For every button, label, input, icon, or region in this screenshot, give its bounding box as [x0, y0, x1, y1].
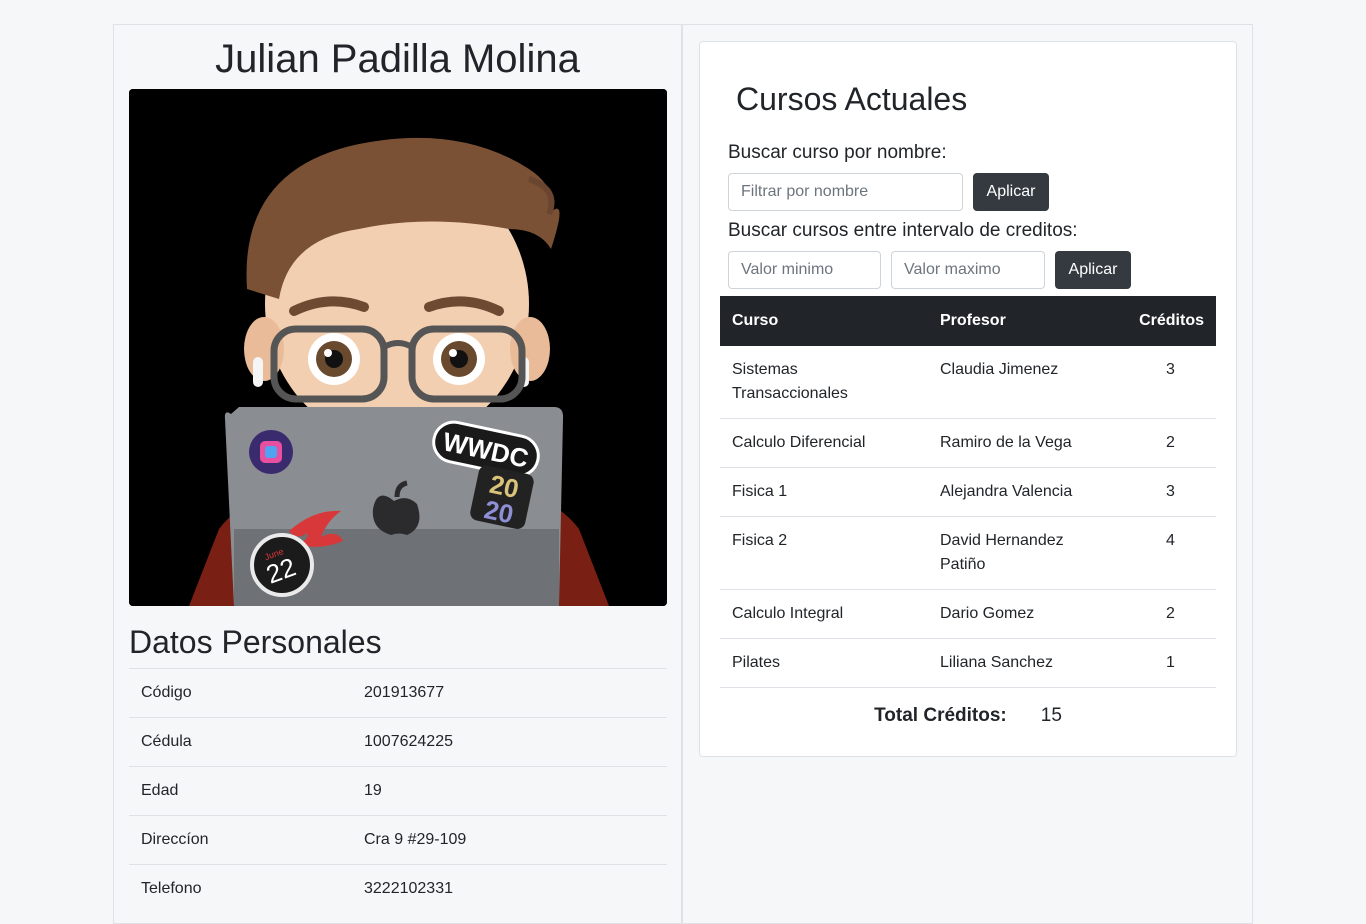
courses-table: Curso Profesor Créditos Sistemas Transac…: [720, 296, 1216, 688]
course-professor: Liliana Sanchez: [928, 638, 1125, 688]
course-professor: Dario Gomez: [928, 589, 1125, 639]
name-filter-label: Buscar curso por nombre:: [728, 142, 947, 163]
course-credits: 2: [1125, 418, 1216, 468]
total-credits: Total Créditos: 15: [700, 704, 1236, 728]
course-credits: 2: [1125, 589, 1216, 639]
personal-data-label: Edad: [129, 766, 352, 816]
course-row: Fisica 2 David Hernandez Patiño 4: [720, 516, 1216, 590]
course-name: Sistemas Transaccionales: [720, 346, 928, 419]
personal-data-label: Cédula: [129, 717, 352, 767]
personal-data-row: Cédula 1007624225: [129, 717, 667, 767]
personal-data-value: 1007624225: [352, 717, 667, 767]
max-credits-input[interactable]: [891, 251, 1045, 289]
personal-data-value: Cra 9 #29-109: [352, 815, 667, 865]
total-credits-label: Total Créditos:: [874, 705, 1007, 726]
min-credits-input[interactable]: [728, 251, 881, 289]
course-name: Calculo Integral: [720, 589, 928, 639]
personal-data-row: Direccíon Cra 9 #29-109: [129, 815, 667, 865]
course-name: Pilates: [720, 638, 928, 688]
course-professor: Ramiro de la Vega: [928, 418, 1125, 468]
personal-data-value: 201913677: [352, 668, 667, 718]
column-header-credits: Créditos: [1125, 296, 1216, 346]
profile-photo: WWDC 20 20 June 22: [129, 89, 667, 606]
course-row: Calculo Diferencial Ramiro de la Vega 2: [720, 418, 1216, 468]
course-row: Pilates Liliana Sanchez 1: [720, 638, 1216, 688]
course-credits: 3: [1125, 346, 1216, 419]
apply-name-filter-button[interactable]: Aplicar: [973, 173, 1049, 211]
name-filter-input[interactable]: [728, 173, 963, 211]
course-professor: David Hernandez Patiño: [928, 516, 1125, 590]
personal-data-label: Direccíon: [129, 815, 352, 865]
course-row: Sistemas Transaccionales Claudia Jimenez 3: [720, 346, 1216, 419]
column-header-professor: Profesor: [928, 296, 1125, 346]
courses-card: Cursos Actuales Buscar curso por nombre:…: [699, 41, 1237, 757]
personal-data-row: Edad 19: [129, 766, 667, 816]
course-name: Fisica 1: [720, 467, 928, 517]
personal-data-row: Código 201913677: [129, 668, 667, 718]
course-credits: 4: [1125, 516, 1216, 590]
memoji-avatar-image: WWDC 20 20 June 22: [129, 89, 667, 606]
courses-title: Cursos Actuales: [736, 81, 968, 117]
courses-table-header: Curso Profesor Créditos: [720, 296, 1216, 346]
personal-data-table: Código 201913677 Cédula 1007624225 Edad 19 Dir…: [129, 668, 667, 913]
profile-column: Julian Padilla Molina WWDC 20 20 June 22…: [114, 25, 683, 923]
course-name: Fisica 2: [720, 516, 928, 590]
student-name: Julian Padilla Molina: [215, 37, 580, 81]
total-credits-value: 15: [1040, 705, 1062, 726]
course-name: Calculo Diferencial: [720, 418, 928, 468]
course-professor: Alejandra Valencia: [928, 467, 1125, 517]
main-container: Julian Padilla Molina WWDC 20 20 June 22…: [113, 24, 1253, 924]
personal-data-title: Datos Personales: [129, 624, 382, 660]
personal-data-label: Código: [129, 668, 352, 718]
course-row: Fisica 1 Alejandra Valencia 3: [720, 467, 1216, 517]
personal-data-value: 19: [352, 766, 667, 816]
course-row: Calculo Integral Dario Gomez 2: [720, 589, 1216, 639]
column-header-course: Curso: [720, 296, 928, 346]
course-professor: Claudia Jimenez: [928, 346, 1125, 419]
course-credits: 3: [1125, 467, 1216, 517]
credit-filter-label: Buscar cursos entre intervalo de credito…: [728, 220, 1078, 241]
apply-credit-filter-button[interactable]: Aplicar: [1055, 251, 1131, 289]
sticker-year-bottom: 20: [482, 494, 517, 529]
course-credits: 1: [1125, 638, 1216, 688]
